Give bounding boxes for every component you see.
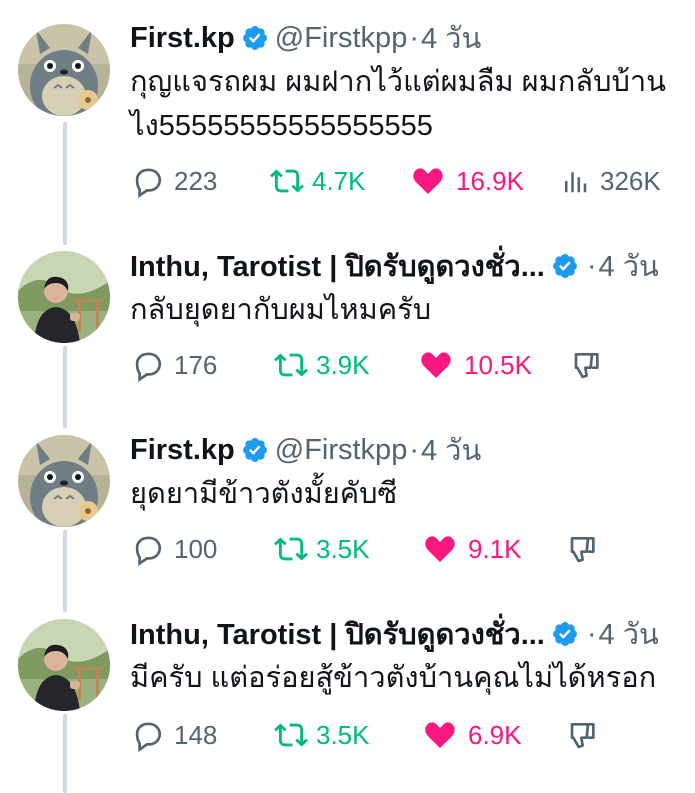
tweet[interactable]: First.kp @Firstkpp · 4 วัน กุญแจรถผม ผมฝ…	[0, 18, 695, 218]
heart-icon	[425, 722, 455, 749]
retweet-button[interactable]: 3.5K	[274, 718, 422, 752]
timestamp[interactable]: 4 วัน	[599, 243, 659, 289]
tweet-text: กลับยุดยากับผมไหมครับ	[130, 288, 691, 332]
reply-button[interactable]: 148	[130, 718, 274, 752]
reply-icon	[135, 168, 162, 198]
person-avatar-image	[18, 251, 110, 343]
views-button[interactable]: 326K	[560, 166, 661, 197]
display-name[interactable]: Inthu, Tarotist | ปิดรับดูดวงชั่ว...	[130, 611, 545, 657]
like-button[interactable]: 10.5K	[418, 348, 572, 382]
tweet-header: Inthu, Tarotist | ปิดรับดูดวงชั่ว... · 4…	[130, 246, 691, 286]
retweet-count: 3.5K	[316, 719, 370, 750]
tweet-text: มีครับ แต่อร่อยสู้ข้าวตังบ้านคุณไม่ได้หร…	[130, 656, 691, 700]
retweet-button[interactable]: 3.5K	[274, 532, 422, 566]
retweet-icon	[274, 723, 308, 747]
tweet-header: First.kp @Firstkpp · 4 วัน	[130, 430, 691, 470]
like-count: 9.1K	[468, 533, 522, 564]
retweet-icon	[274, 537, 308, 561]
heart-icon	[421, 352, 451, 379]
retweet-count: 3.5K	[316, 533, 370, 564]
like-button[interactable]: 6.9K	[422, 718, 568, 752]
retweet-icon	[274, 353, 308, 377]
avatar[interactable]	[18, 435, 110, 527]
reply-icon	[135, 722, 162, 752]
retweet-count: 3.9K	[316, 349, 370, 380]
display-name[interactable]: First.kp	[130, 22, 235, 55]
tweet-header: Inthu, Tarotist | ปิดรับดูดวงชั่ว... · 4…	[130, 614, 691, 654]
handle[interactable]: @Firstkpp	[275, 22, 408, 55]
like-count: 6.9K	[468, 719, 522, 750]
display-name[interactable]: Inthu, Tarotist | ปิดรับดูดวงชั่ว...	[130, 243, 545, 289]
retweet-icon	[270, 169, 304, 193]
separator-dot: ·	[409, 433, 419, 466]
handle[interactable]: @Firstkpp	[275, 434, 408, 467]
reply-count: 223	[174, 165, 218, 196]
retweet-button[interactable]: 3.9K	[274, 348, 418, 382]
totoro-avatar-image	[18, 435, 110, 527]
timestamp[interactable]: 4 วัน	[599, 611, 659, 657]
totoro-avatar-image	[18, 24, 110, 116]
reply-button[interactable]: 100	[130, 532, 274, 566]
like-count: 10.5K	[464, 349, 532, 380]
verified-badge-icon	[552, 622, 577, 646]
tweet-text-line: ไง55555555555555555	[130, 110, 433, 142]
separator-dot: ·	[409, 21, 419, 54]
tweet-text-line: ยุดยามีข้าวตังมั้ยคับซี	[130, 478, 398, 510]
heart-icon	[425, 536, 455, 563]
dislike-button[interactable]	[572, 349, 604, 381]
tweet-header: First.kp @Firstkpp · 4 วัน	[130, 18, 691, 58]
thumbs-down-icon	[574, 353, 599, 379]
timestamp[interactable]: 4 วัน	[421, 15, 481, 61]
tweet-text-line: กุญแจรถผม ผมฝากไว้แต่ผมลืม ผมกลับบ้าน	[130, 66, 667, 98]
separator-dot: ·	[586, 617, 597, 650]
avatar[interactable]	[18, 619, 110, 711]
retweet-count: 4.7K	[312, 165, 366, 196]
like-count: 16.9K	[456, 165, 524, 196]
tweet-text-line: กลับยุดยากับผมไหมครับ	[130, 294, 432, 326]
dislike-button[interactable]	[568, 533, 600, 565]
tweet-text: กุญแจรถผม ผมฝากไว้แต่ผมลืม ผมกลับบ้าน ไง…	[130, 60, 691, 148]
avatar[interactable]	[18, 251, 110, 343]
like-button[interactable]: 16.9K	[410, 164, 560, 198]
verified-badge-icon	[552, 254, 577, 278]
reply-count: 100	[174, 533, 218, 564]
tweet[interactable]: Inthu, Tarotist | ปิดรับดูดวงชั่ว... · 4…	[0, 246, 695, 426]
reply-count: 176	[174, 349, 218, 380]
like-button[interactable]: 9.1K	[422, 532, 568, 566]
view-count: 326K	[600, 165, 661, 196]
separator-dot: ·	[586, 249, 597, 282]
dislike-button[interactable]	[568, 719, 600, 751]
tweet[interactable]: First.kp @Firstkpp · 4 วัน ยุดยามีข้าวตั…	[0, 430, 695, 610]
thumbs-down-icon	[570, 723, 595, 749]
person-avatar-image	[18, 619, 110, 711]
avatar[interactable]	[18, 24, 110, 116]
reply-icon	[135, 536, 162, 566]
analytics-icon	[565, 172, 587, 193]
verified-badge-icon	[242, 26, 267, 50]
reply-count: 148	[174, 719, 218, 750]
heart-icon	[413, 168, 443, 195]
thumbs-down-icon	[570, 537, 595, 563]
display-name[interactable]: First.kp	[130, 434, 235, 467]
verified-badge-icon	[242, 438, 267, 462]
reply-button[interactable]: 176	[130, 348, 274, 382]
reply-button[interactable]: 223	[130, 164, 270, 198]
retweet-button[interactable]: 4.7K	[270, 164, 410, 198]
tweet-text-line: มีครับ แต่อร่อยสู้ข้าวตังบ้านคุณไม่ได้หร…	[130, 662, 657, 694]
timestamp[interactable]: 4 วัน	[421, 427, 481, 473]
tweet[interactable]: Inthu, Tarotist | ปิดรับดูดวงชั่ว... · 4…	[0, 614, 695, 793]
tweet-text: ยุดยามีข้าวตังมั้ยคับซี	[130, 472, 691, 516]
reply-icon	[135, 352, 162, 382]
